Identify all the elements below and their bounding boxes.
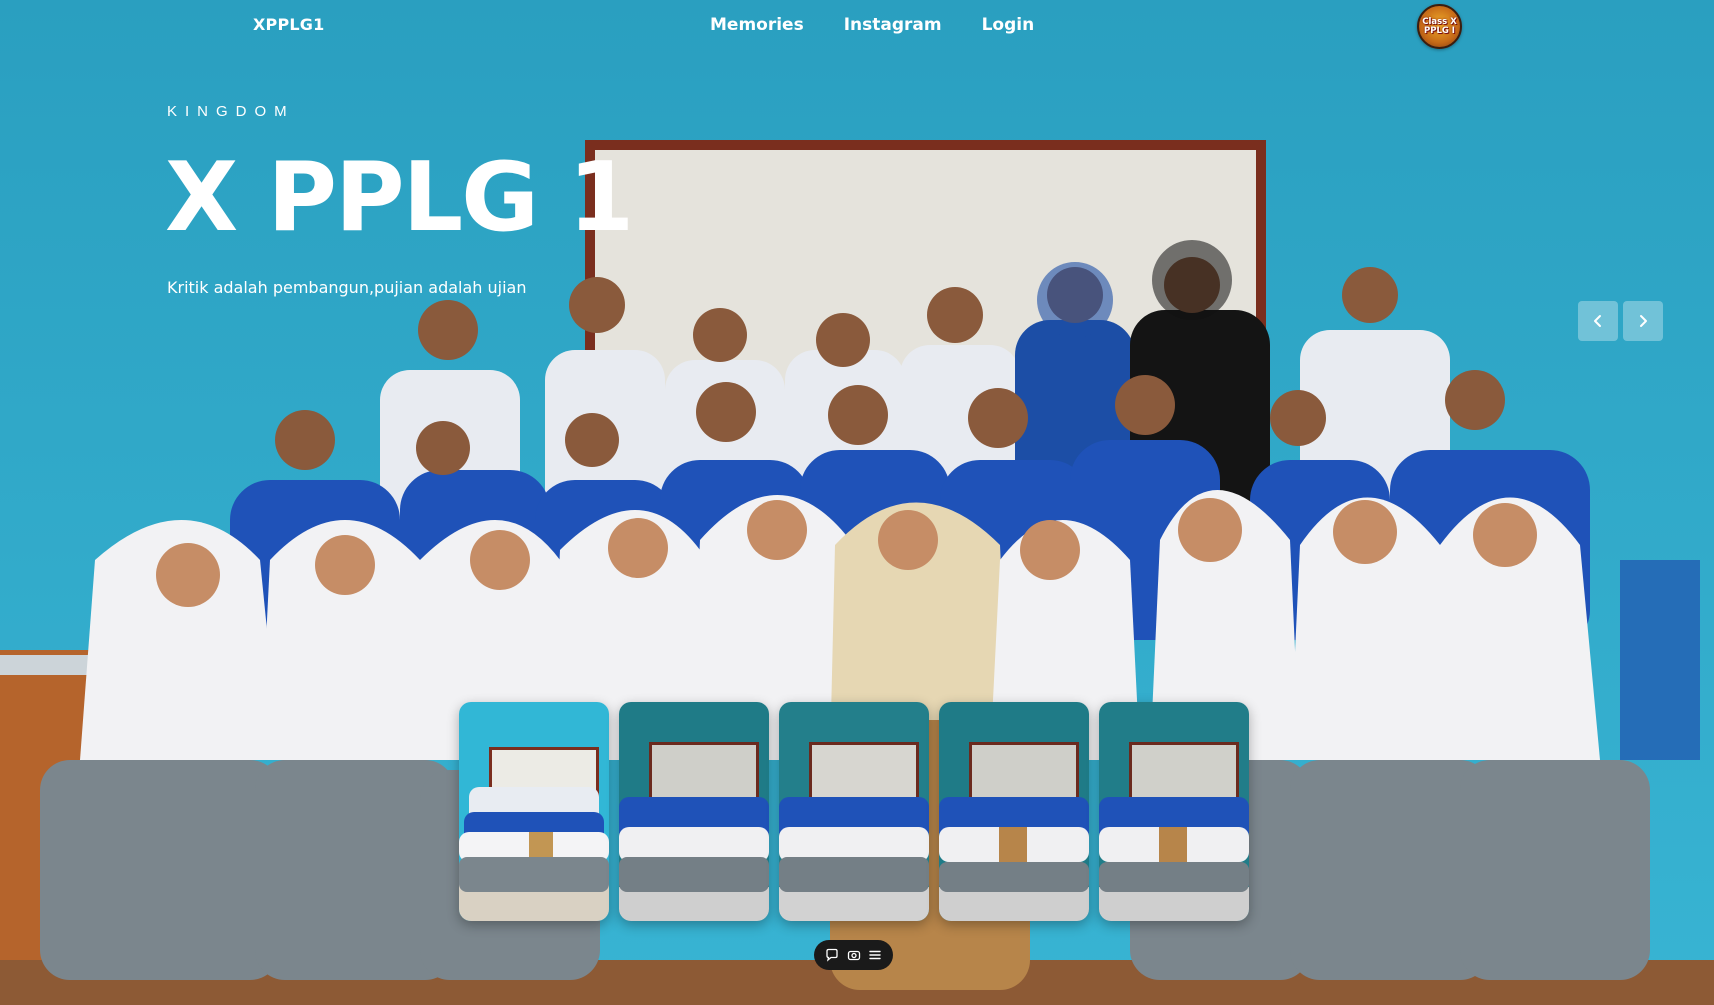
floating-toolbar bbox=[814, 940, 893, 970]
group-photo-5 bbox=[1099, 702, 1249, 921]
hero-eyebrow: KINGDOM bbox=[167, 103, 295, 120]
group-photo-3 bbox=[779, 702, 929, 921]
thumbnail-2[interactable] bbox=[619, 702, 769, 921]
class-logo-line2: PPLG I bbox=[1424, 25, 1455, 36]
thumbnail-1[interactable] bbox=[459, 702, 609, 921]
group-photo-4 bbox=[939, 702, 1089, 921]
carousel-thumbnails bbox=[459, 702, 1249, 921]
group-photo-1 bbox=[459, 702, 609, 921]
nav-links: Memories Instagram Login bbox=[710, 15, 1034, 35]
class-logo[interactable]: Class X PPLG I bbox=[1417, 4, 1462, 49]
thumbnail-5[interactable] bbox=[1099, 702, 1249, 921]
menu-button[interactable] bbox=[866, 946, 884, 964]
comment-icon bbox=[826, 948, 838, 962]
carousel-next-button[interactable] bbox=[1623, 301, 1663, 341]
thumbnail-3[interactable] bbox=[779, 702, 929, 921]
camera-icon bbox=[847, 950, 860, 961]
chevron-right-icon bbox=[1640, 315, 1647, 327]
nav-link-instagram[interactable]: Instagram bbox=[844, 15, 942, 35]
hero-title: X PPLG 1 bbox=[165, 143, 634, 253]
nav-link-login[interactable]: Login bbox=[982, 15, 1035, 35]
menu-icon bbox=[869, 950, 881, 960]
carousel-prev-button[interactable] bbox=[1578, 301, 1618, 341]
nav-link-memories[interactable]: Memories bbox=[710, 15, 804, 35]
thumbnail-4[interactable] bbox=[939, 702, 1089, 921]
top-navbar: XPPLG1 Memories Instagram Login Class X … bbox=[0, 0, 1714, 52]
group-photo-2 bbox=[619, 702, 769, 921]
brand-link[interactable]: XPPLG1 bbox=[253, 15, 324, 34]
hero-tagline: Kritik adalah pembangun,pujian adalah uj… bbox=[167, 278, 527, 297]
camera-button[interactable] bbox=[845, 946, 863, 964]
comment-button[interactable] bbox=[823, 946, 841, 964]
chevron-left-icon bbox=[1594, 315, 1601, 327]
